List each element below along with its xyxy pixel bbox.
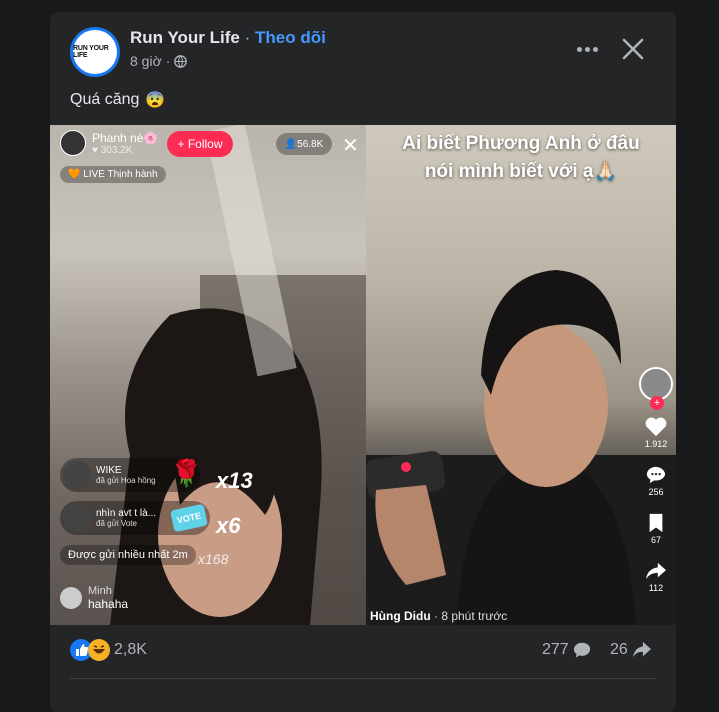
live-follow-button[interactable]: + Follow <box>167 131 233 157</box>
commenter-avatar <box>60 587 82 609</box>
share-arrow-icon[interactable] <box>645 561 667 581</box>
bookmark-icon[interactable] <box>647 513 665 533</box>
comments-stat[interactable]: 277 <box>542 641 591 659</box>
haha-reaction-icon <box>88 639 110 661</box>
host-name: Phanh nè🌸 <box>92 130 159 145</box>
like-action[interactable]: 1.912 <box>644 417 668 449</box>
gift-desc: đã gửi Vote <box>96 519 137 528</box>
commenter-name: Minh <box>88 585 112 597</box>
follow-plus-icon[interactable]: + <box>650 396 664 410</box>
live-close-icon[interactable]: ✕ <box>342 133 359 158</box>
viewer-count-value: 56.8K <box>297 138 324 150</box>
shares-stat[interactable]: 26 <box>610 641 652 659</box>
heart-icon[interactable] <box>645 417 667 437</box>
reaction-count: 2,8K <box>114 641 147 658</box>
video-time: · 8 phút trước <box>434 609 508 623</box>
page-avatar[interactable]: RUN YOUR LIFE <box>70 27 120 77</box>
live-comment: Minh hahaha <box>60 585 128 611</box>
host-likes-value: 303.2K <box>100 144 133 156</box>
host-info: Phanh nè🌸 ♥ 303.2K <box>60 130 158 156</box>
post-card: RUN YOUR LIFE Run Your Life · Theo dõi 8… <box>50 12 676 712</box>
post-media[interactable]: Phanh nè🌸 ♥ 303.2K + Follow 👤 56.8K ✕ 🧡 … <box>50 125 676 625</box>
page-name[interactable]: Run Your Life <box>130 28 240 47</box>
page-name-row: Run Your Life · Theo dõi <box>130 28 326 48</box>
gift-extra-count: x168 <box>198 551 229 567</box>
gift-sender: nhìn avt t là... <box>96 508 157 519</box>
video-credit: Hùng Didu · 8 phút trước <box>370 609 507 623</box>
post-footer: 2,8K 277 26 <box>50 625 676 677</box>
caption-text: Quá căng <box>70 91 140 108</box>
fearful-emoji: 😨 <box>145 92 166 109</box>
comment-icon <box>573 642 590 658</box>
comment-action[interactable]: 256 <box>645 465 667 497</box>
gift-sender: WIKE <box>96 465 122 476</box>
follow-button[interactable]: Theo dõi <box>255 28 326 47</box>
more-options-icon[interactable] <box>572 37 602 61</box>
creator-avatar[interactable]: + <box>639 367 673 410</box>
share-icon <box>632 641 651 658</box>
gift-count: x13 <box>216 468 253 493</box>
globe-icon <box>174 54 188 68</box>
video-title-line2: nói mình biết với ạ🙏🏻 <box>424 161 618 182</box>
rose-icon: 🌹 <box>170 458 203 488</box>
post-header: RUN YOUR LIFE Run Your Life · Theo dõi 8… <box>50 12 676 82</box>
separator: · <box>244 28 251 47</box>
video-title-line1: Ai biết Phương Anh ở đâu <box>402 133 640 154</box>
comment-count: 256 <box>648 487 664 497</box>
save-count: 67 <box>650 535 661 545</box>
tiktok-video[interactable]: Ai biết Phương Anh ở đâu nói mình biết v… <box>366 125 676 625</box>
share-action[interactable]: 112 <box>645 561 667 593</box>
close-icon[interactable] <box>618 34 648 64</box>
post-caption: Quá căng 😨 <box>70 90 165 110</box>
host-likes: ♥ 303.2K <box>92 144 133 156</box>
meta-dot: · <box>165 53 171 69</box>
host-avatar[interactable] <box>60 130 86 156</box>
live-badge: 🧡 LIVE Thịnh hành <box>60 166 166 183</box>
comment-bubble-icon[interactable] <box>645 465 667 485</box>
gift-note: Được gửi nhiều nhất 2m <box>60 545 196 565</box>
viewer-count: 👤 56.8K <box>276 133 332 155</box>
share-total: 26 <box>610 641 628 658</box>
comment-total: 277 <box>542 641 569 658</box>
like-count: 1.912 <box>644 439 668 449</box>
reactions-summary[interactable]: 2,8K <box>70 639 147 661</box>
gift-avatar <box>63 504 91 532</box>
page-avatar-logo: RUN YOUR LIFE <box>73 30 117 74</box>
save-action[interactable]: 67 <box>647 513 665 545</box>
tiktok-scene <box>366 270 676 625</box>
share-count: 112 <box>648 583 664 593</box>
post-meta: 8 giờ · <box>130 53 188 69</box>
livestream-video[interactable]: Phanh nè🌸 ♥ 303.2K + Follow 👤 56.8K ✕ 🧡 … <box>50 125 366 625</box>
video-username[interactable]: Hùng Didu <box>370 609 431 623</box>
gift-count: x6 <box>216 513 241 538</box>
video-title: Ai biết Phương Anh ở đâu nói mình biết v… <box>366 130 676 186</box>
tiktok-actions: + 1.912 256 67 112 <box>636 367 676 593</box>
post-time[interactable]: 8 giờ <box>130 53 162 69</box>
comment-text: hahaha <box>88 597 129 611</box>
gift-desc: đã gửi Hoa hồng <box>96 476 156 485</box>
footer-divider <box>70 678 656 679</box>
gift-avatar <box>63 461 91 489</box>
